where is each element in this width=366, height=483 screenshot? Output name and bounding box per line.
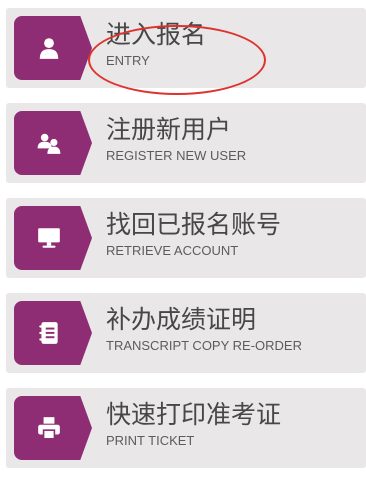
menu-item-title: 注册新用户 <box>106 115 232 144</box>
entry-menu: 进入报名 ENTRY 注册新用户 REGISTER NEW USER 找回已报名… <box>6 8 366 483</box>
icon-tile <box>14 301 92 365</box>
icon-tile <box>14 396 92 460</box>
icon-tile <box>14 206 92 270</box>
menu-item-entry[interactable]: 进入报名 ENTRY <box>6 8 366 88</box>
menu-item-subtitle: RETRIEVE ACCOUNT <box>106 243 239 258</box>
user-icon <box>39 38 59 59</box>
printer-icon <box>38 417 60 440</box>
menu-item-subtitle: PRINT TICKET <box>106 433 195 448</box>
menu-item-subtitle: ENTRY <box>106 53 150 68</box>
menu-item-retrieve-account[interactable]: 找回已报名账号 RETRIEVE ACCOUNT <box>6 198 366 278</box>
menu-item-register[interactable]: 注册新用户 REGISTER NEW USER <box>6 103 366 183</box>
monitor-icon <box>38 228 60 248</box>
menu-item-title: 找回已报名账号 <box>106 210 282 239</box>
icon-tile <box>14 111 92 175</box>
menu-item-subtitle: REGISTER NEW USER <box>106 148 247 163</box>
notebook-icon <box>39 322 58 344</box>
menu-item-title: 快速打印准考证 <box>106 400 282 429</box>
menu-item-transcript-reorder[interactable]: 补办成绩证明 TRANSCRIPT COPY RE-ORDER <box>6 293 366 373</box>
menu-item-title: 补办成绩证明 <box>106 305 257 334</box>
menu-item-subtitle: TRANSCRIPT COPY RE-ORDER <box>106 338 302 353</box>
icon-tile <box>14 16 92 80</box>
menu-item-print-ticket[interactable]: 快速打印准考证 PRINT TICKET <box>6 388 366 468</box>
menu-item-title: 进入报名 <box>106 20 207 49</box>
users-icon <box>37 133 61 154</box>
